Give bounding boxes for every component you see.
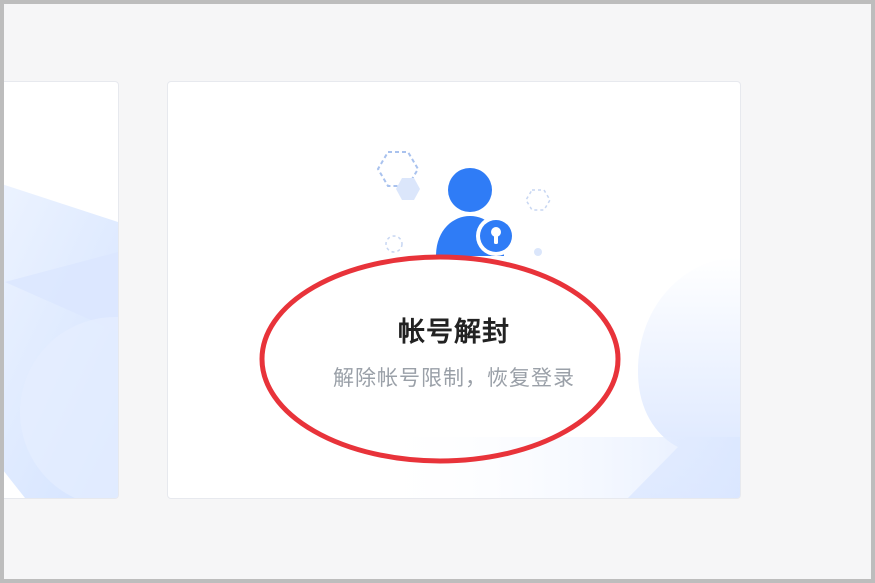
account-unban-card[interactable]: 帐号解封 解除帐号限制，恢复登录: [167, 81, 741, 499]
card-title: 帐号解封: [398, 317, 510, 348]
card-subtitle: 解除帐号限制，恢复登录: [333, 366, 575, 390]
service-card-partial[interactable]: [4, 81, 119, 499]
page-frame: 帐号解封 解除帐号限制，恢复登录: [4, 4, 871, 579]
user-lock-icon: [376, 151, 551, 256]
card-background-decoration: [4, 184, 118, 498]
